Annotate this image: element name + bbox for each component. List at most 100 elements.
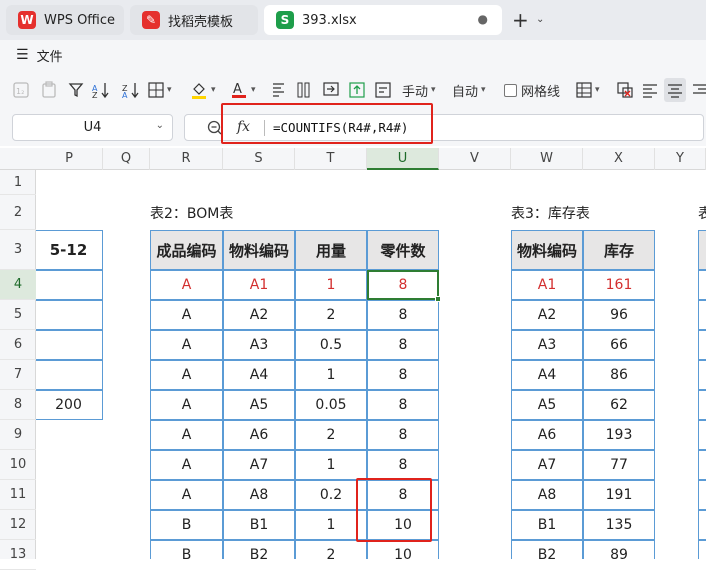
bom-cell[interactable]: 8 bbox=[367, 360, 439, 390]
column-header-u[interactable]: U bbox=[367, 148, 439, 170]
inventory-cell[interactable]: 96 bbox=[583, 300, 655, 330]
bom-cell[interactable]: A bbox=[150, 480, 223, 510]
inventory-cell[interactable]: B2 bbox=[511, 540, 583, 559]
column-header-s[interactable]: S bbox=[223, 148, 295, 170]
number-format-icon[interactable]: 1₂ bbox=[12, 78, 30, 102]
bom-cell[interactable]: 8 bbox=[367, 450, 439, 480]
column-header-v[interactable]: V bbox=[439, 148, 511, 170]
bom-cell[interactable]: A7 bbox=[223, 450, 295, 480]
fill-handle[interactable] bbox=[435, 296, 441, 302]
bom-header-cell[interactable]: 物料编码 bbox=[223, 230, 295, 270]
new-tab-plus-icon[interactable]: + bbox=[512, 8, 529, 32]
bom-cell[interactable]: 8 bbox=[367, 330, 439, 360]
inventory-cell[interactable]: A1 bbox=[511, 270, 583, 300]
align-right-icon[interactable] bbox=[692, 78, 706, 102]
row-height-dropdown[interactable]: 手动 ▾ bbox=[402, 78, 436, 102]
bom-header-cell[interactable]: 用量 bbox=[295, 230, 367, 270]
inventory-cell[interactable]: A5 bbox=[511, 390, 583, 420]
bom-cell[interactable]: 2 bbox=[295, 300, 367, 330]
bom-cell[interactable]: 0.05 bbox=[295, 390, 367, 420]
borders-icon[interactable]: ▾ bbox=[148, 78, 172, 102]
inventory-cell[interactable]: A6 bbox=[511, 420, 583, 450]
inventory-cell[interactable]: 66 bbox=[583, 330, 655, 360]
left-table-cell[interactable] bbox=[36, 300, 103, 330]
next-table-cell-partial[interactable] bbox=[698, 540, 706, 559]
row-header-6[interactable]: 6 bbox=[0, 330, 36, 360]
inventory-cell[interactable]: 135 bbox=[583, 510, 655, 540]
row-header-4[interactable]: 4 bbox=[0, 270, 36, 300]
left-table-cell[interactable] bbox=[36, 270, 103, 300]
row-header-11[interactable]: 11 bbox=[0, 480, 36, 510]
cell-style-icon[interactable]: ▾ bbox=[576, 78, 600, 102]
align-grid-icon[interactable] bbox=[296, 78, 312, 102]
bom-cell[interactable]: A1 bbox=[223, 270, 295, 300]
row-header-8[interactable]: 8 bbox=[0, 390, 36, 420]
row-header-5[interactable]: 5 bbox=[0, 300, 36, 330]
inventory-cell[interactable]: 89 bbox=[583, 540, 655, 559]
format-painter-icon[interactable] bbox=[270, 78, 288, 102]
close-tab-icon[interactable]: ● bbox=[478, 12, 488, 26]
bom-cell[interactable]: 1 bbox=[295, 450, 367, 480]
column-header-r[interactable]: R bbox=[150, 148, 223, 170]
inventory-cell[interactable]: B1 bbox=[511, 510, 583, 540]
inventory-cell[interactable]: 161 bbox=[583, 270, 655, 300]
wrap-text-icon[interactable] bbox=[374, 78, 392, 102]
bom-cell[interactable]: 8 bbox=[367, 390, 439, 420]
next-table-cell-partial[interactable] bbox=[698, 510, 706, 540]
row-header-1[interactable]: 1 bbox=[0, 170, 36, 195]
tab-list-chevron-icon[interactable]: ⌄ bbox=[536, 14, 544, 25]
next-table-cell-partial[interactable] bbox=[698, 300, 706, 330]
column-header-t[interactable]: T bbox=[295, 148, 367, 170]
inventory-cell[interactable]: A2 bbox=[511, 300, 583, 330]
font-color-icon[interactable]: A ▾ bbox=[230, 78, 256, 102]
row-header-7[interactable]: 7 bbox=[0, 360, 36, 390]
inventory-cell[interactable]: A8 bbox=[511, 480, 583, 510]
inventory-cell[interactable]: 77 bbox=[583, 450, 655, 480]
column-header-y[interactable]: Y bbox=[655, 148, 706, 170]
inventory-cell[interactable]: A4 bbox=[511, 360, 583, 390]
bom-cell[interactable]: A5 bbox=[223, 390, 295, 420]
next-table-cell-partial[interactable] bbox=[698, 360, 706, 390]
bom-cell[interactable]: A bbox=[150, 360, 223, 390]
column-header-p[interactable]: P bbox=[36, 148, 103, 170]
bom-cell[interactable]: A bbox=[150, 390, 223, 420]
clear-format-icon[interactable] bbox=[616, 78, 634, 102]
bom-cell[interactable]: A bbox=[150, 330, 223, 360]
filter-icon[interactable] bbox=[68, 78, 84, 102]
bom-cell[interactable]: A bbox=[150, 450, 223, 480]
bom-cell[interactable]: 1 bbox=[295, 270, 367, 300]
left-table-cell[interactable] bbox=[36, 330, 103, 360]
inventory-cell[interactable]: 191 bbox=[583, 480, 655, 510]
upload-cell-icon[interactable] bbox=[348, 78, 366, 102]
tab-393-xlsx[interactable]: S 393.xlsx ● bbox=[264, 5, 502, 35]
align-center-icon[interactable] bbox=[664, 78, 686, 102]
bom-cell[interactable]: A bbox=[150, 420, 223, 450]
bom-cell[interactable]: A2 bbox=[223, 300, 295, 330]
next-table-cell-partial[interactable] bbox=[698, 480, 706, 510]
bom-cell[interactable]: B1 bbox=[223, 510, 295, 540]
gridlines-toggle[interactable]: 网格线 bbox=[504, 78, 560, 102]
bom-cell[interactable]: B bbox=[150, 510, 223, 540]
bom-header-cell[interactable]: 零件数 bbox=[367, 230, 439, 270]
left-table-cell[interactable] bbox=[36, 360, 103, 390]
inventory-cell[interactable]: 62 bbox=[583, 390, 655, 420]
bom-cell[interactable]: A bbox=[150, 300, 223, 330]
bom-cell[interactable]: A8 bbox=[223, 480, 295, 510]
inventory-cell[interactable]: 193 bbox=[583, 420, 655, 450]
bom-cell[interactable]: A3 bbox=[223, 330, 295, 360]
bom-cell[interactable]: B2 bbox=[223, 540, 295, 559]
inventory-cell[interactable]: A7 bbox=[511, 450, 583, 480]
next-table-cell-partial[interactable] bbox=[698, 390, 706, 420]
row-header-2[interactable]: 2 bbox=[0, 195, 36, 230]
align-left-icon[interactable] bbox=[642, 78, 658, 102]
fill-color-icon[interactable]: ▾ bbox=[190, 78, 216, 102]
bom-cell[interactable]: 10 bbox=[367, 540, 439, 559]
name-box-chevron-icon[interactable]: ⌄ bbox=[156, 120, 164, 131]
tab-wps-office[interactable]: W WPS Office bbox=[6, 5, 124, 35]
bom-cell[interactable]: 8 bbox=[367, 300, 439, 330]
next-table-cell-partial[interactable] bbox=[698, 330, 706, 360]
tab-docer-templates[interactable]: ✎ 找稻壳模板 bbox=[130, 5, 258, 35]
row-header-10[interactable]: 10 bbox=[0, 450, 36, 480]
paste-icon[interactable] bbox=[40, 78, 58, 102]
row-header-12[interactable]: 12 bbox=[0, 510, 36, 540]
